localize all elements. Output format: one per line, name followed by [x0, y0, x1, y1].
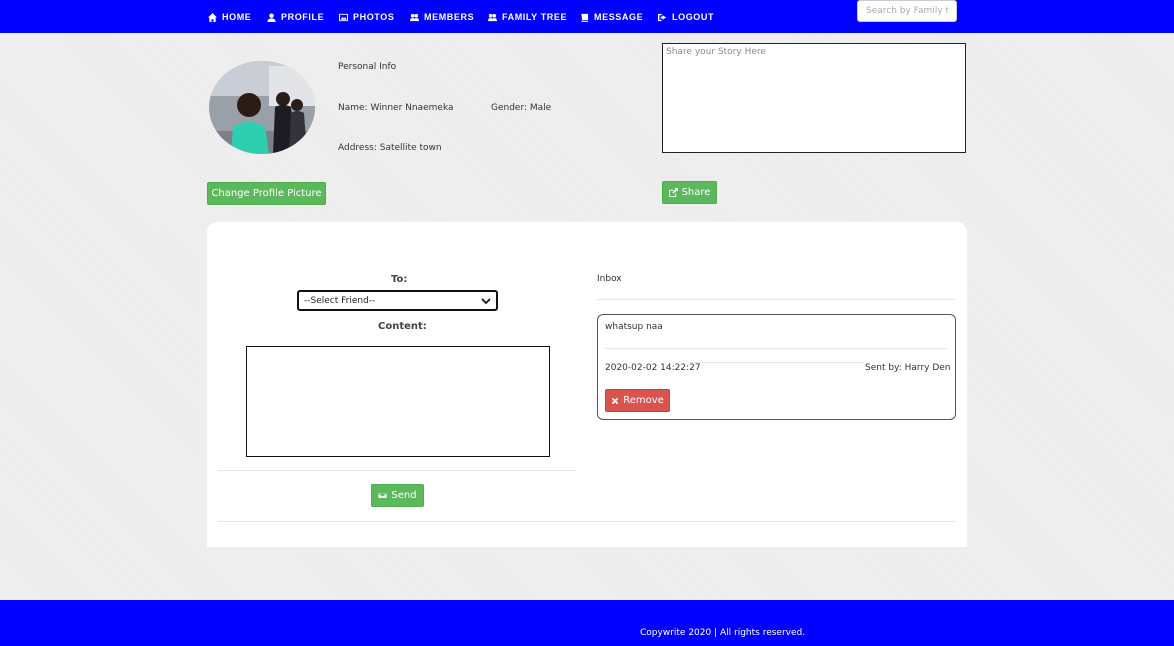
change-profile-picture-button[interactable]: Change Profile Picture — [207, 182, 326, 205]
send-label: Send — [391, 490, 417, 501]
profile-address: Address: Satellite town — [338, 143, 442, 153]
nav-family-tree[interactable]: FAMILY TREE — [488, 11, 567, 23]
nav-members-label: MEMBERS — [424, 12, 475, 22]
change-profile-picture-label: Change Profile Picture — [211, 188, 322, 199]
sign-out-icon — [658, 13, 667, 21]
message-meta-divider — [690, 362, 864, 363]
inbox-divider — [597, 299, 956, 300]
profile-gender: Gender: Male — [491, 103, 552, 113]
nav-photos[interactable]: PHOTOS — [339, 11, 394, 23]
envelope-icon — [378, 492, 388, 499]
remove-button[interactable]: Remove — [605, 389, 670, 412]
friend-select-value: --Select Friend-- — [304, 295, 376, 306]
share-button[interactable]: Share — [662, 181, 717, 204]
to-label: To: — [391, 274, 408, 285]
avatar — [209, 61, 315, 154]
nav-home-label: HOME — [222, 12, 252, 22]
content-textarea[interactable] — [246, 346, 550, 457]
nav-message-label: MESSAGE — [594, 12, 644, 22]
chevron-down-icon — [481, 297, 491, 304]
close-icon — [612, 397, 619, 404]
profile-name: Name: Winner Nnaemeka — [338, 103, 454, 113]
message-divider — [605, 348, 948, 349]
nav-logout[interactable]: LOGOUT — [658, 11, 714, 23]
nav-members[interactable]: MEMBERS — [410, 11, 474, 23]
footer — [0, 600, 1174, 646]
message-timestamp: 2020-02-02 14:22:27 — [605, 363, 701, 373]
nav-message[interactable]: MESSAGE — [580, 11, 643, 23]
remove-label: Remove — [623, 395, 664, 406]
message-sender: Sent by: Harry Den — [865, 363, 951, 373]
message-text: whatsup naa — [605, 322, 663, 332]
picture-icon — [339, 13, 348, 21]
footer-copyright: Copywrite 2020 | All rights reserved. — [640, 628, 806, 638]
friend-select[interactable]: --Select Friend-- — [297, 290, 498, 311]
nav-family-tree-label: FAMILY TREE — [502, 12, 568, 22]
panel-bottom-divider — [218, 521, 956, 522]
users-icon — [410, 13, 419, 21]
home-icon — [208, 12, 217, 22]
compose-divider — [218, 470, 576, 471]
personal-info-title: Personal Info — [338, 62, 397, 72]
user-icon — [267, 12, 276, 22]
share-label: Share — [681, 187, 711, 198]
content-label: Content: — [378, 321, 427, 332]
users-icon — [488, 13, 497, 21]
search-input[interactable] — [857, 0, 957, 22]
nav-profile-label: PROFILE — [281, 12, 325, 22]
nav-home[interactable]: HOME — [208, 11, 251, 23]
nav-profile[interactable]: PROFILE — [267, 11, 324, 23]
book-icon — [581, 13, 589, 22]
nav-photos-label: PHOTOS — [353, 12, 395, 22]
nav-logout-label: LOGOUT — [672, 12, 715, 22]
inbox-title: Inbox — [597, 274, 622, 284]
story-textarea[interactable] — [662, 43, 966, 153]
send-button[interactable]: Send — [371, 484, 424, 507]
share-icon — [668, 188, 678, 197]
